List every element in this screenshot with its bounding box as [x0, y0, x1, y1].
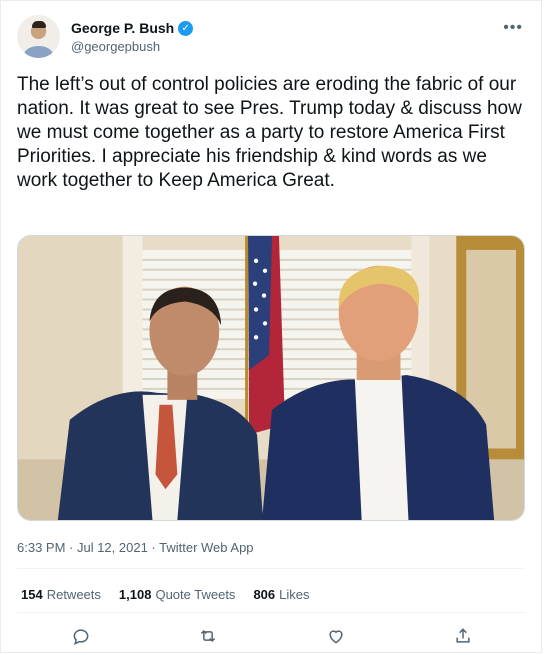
tweet-card: George P. Bush ✓ @georgepbush ••• The le… [0, 0, 542, 653]
divider-bottom [17, 612, 525, 613]
photo-image [18, 236, 524, 520]
tweet-header: George P. Bush ✓ @georgepbush ••• [17, 15, 529, 63]
author-handle[interactable]: @georgepbush [71, 39, 193, 54]
tweet-stats: 154 Retweets 1,108 Quote Tweets 806 Likes [21, 587, 310, 602]
tweet-timestamp[interactable]: 6:33 PM · Jul 12, 2021 · Twitter Web App [17, 540, 254, 555]
tweet-text: The left’s out of control policies are e… [17, 74, 522, 191]
author-avatar[interactable] [17, 15, 60, 58]
share-icon[interactable] [453, 626, 477, 650]
more-options-icon[interactable]: ••• [503, 19, 523, 37]
like-icon[interactable] [326, 626, 350, 650]
verified-badge-icon: ✓ [178, 20, 194, 36]
author-name[interactable]: George P. Bush [71, 20, 174, 36]
likes-stat[interactable]: 806 Likes [253, 587, 309, 602]
tweet-actions [1, 626, 541, 650]
divider-top [17, 568, 525, 569]
retweets-stat[interactable]: 154 Retweets [21, 587, 101, 602]
quote-tweets-stat[interactable]: 1,108 Quote Tweets [119, 587, 236, 602]
retweet-icon[interactable] [198, 626, 222, 650]
tweet-photo[interactable] [17, 235, 525, 521]
reply-icon[interactable] [71, 626, 95, 650]
author-info: George P. Bush ✓ @georgepbush [71, 20, 194, 54]
